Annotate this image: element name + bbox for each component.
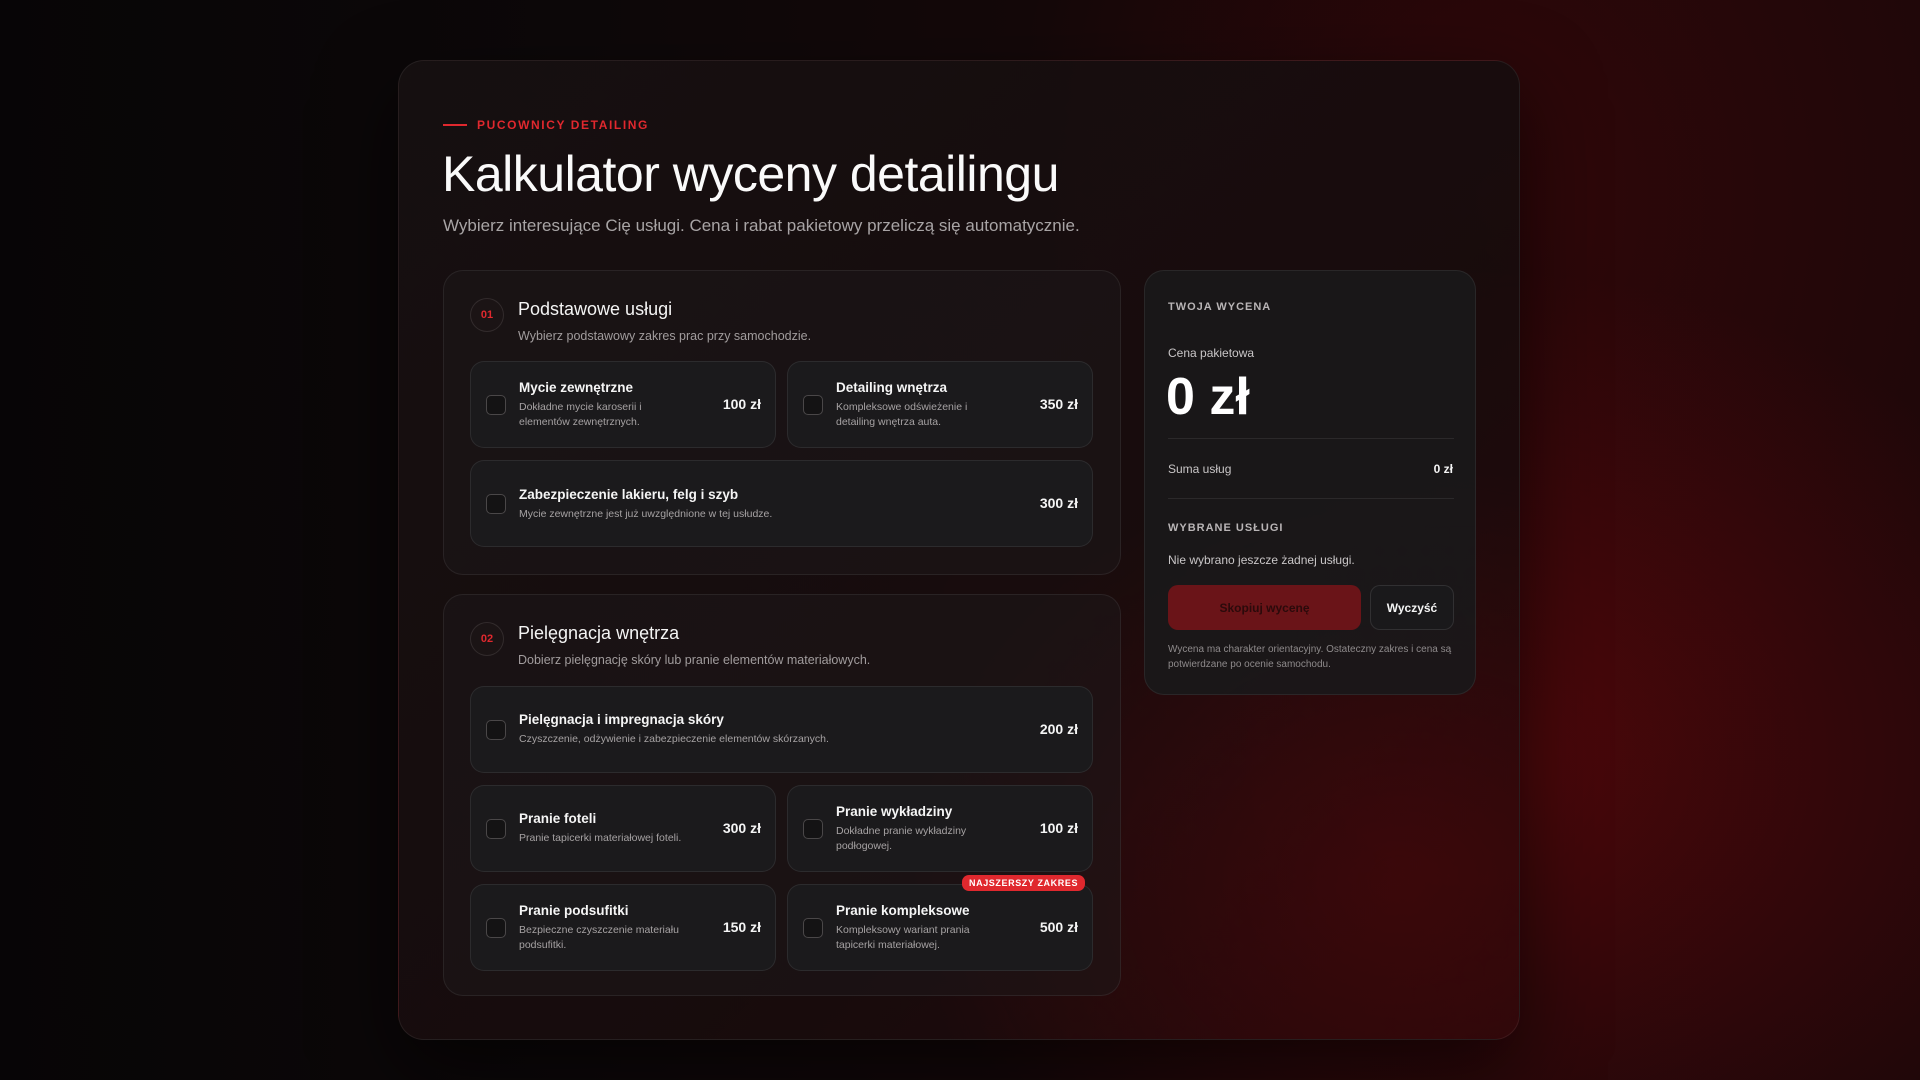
service-card-pranie-wykladziny[interactable]: Pranie wykładziny Dokładne pranie wykład… (787, 785, 1093, 872)
clear-button[interactable]: Wyczyść (1370, 585, 1454, 630)
badge-widest-scope: NAJSZERSZY ZAKRES (962, 875, 1086, 891)
service-description: Bezpieczne czyszczenie materiału podsufi… (519, 924, 679, 951)
service-title: Pielęgnacja i impregnacja skóry (519, 712, 724, 727)
brand-eyebrow: PUCOWNICY DETAILING (443, 118, 649, 132)
section-description: Wybierz podstawowy zakres prac przy samo… (518, 329, 812, 343)
service-description: Kompleksowe odświeżenie i detailing wnęt… (836, 401, 968, 428)
service-card-mycie-zewnetrzne[interactable]: Mycie zewnętrzne Dokładne mycie karoseri… (470, 361, 776, 448)
summary-heading: TWOJA WYCENA (1168, 301, 1272, 313)
section-basic-services: 01 Podstawowe usługi Wybierz podstawowy … (443, 270, 1121, 575)
services-sum-value: 0 zł (1433, 462, 1453, 476)
calculator-panel: PUCOWNICY DETAILING Kalkulator wyceny de… (398, 60, 1520, 1040)
page-title: Kalkulator wyceny detailingu (442, 146, 1059, 202)
service-title: Mycie zewnętrzne (519, 380, 634, 395)
service-card-pielegnacja-skory[interactable]: Pielęgnacja i impregnacja skóry Czyszcze… (470, 686, 1093, 773)
section-interior-care: 02 Pielęgnacja wnętrza Dobierz pielęgnac… (443, 594, 1121, 996)
service-price: 100 zł (722, 395, 761, 412)
copy-quote-button[interactable]: Skopiuj wycenę (1168, 585, 1361, 630)
quote-summary: TWOJA WYCENA Cena pakietowa 0 zł Suma us… (1144, 270, 1476, 695)
service-price: 350 zł (1039, 395, 1078, 412)
services-sum-label: Suma usług (1168, 462, 1232, 476)
quote-disclaimer: Wycena ma charakter orientacyjny. Ostate… (1168, 644, 1452, 670)
service-title: Pranie podsufitki (519, 903, 629, 918)
page-subtitle: Wybierz interesujące Cię usługi. Cena i … (443, 216, 1080, 235)
service-checkbox[interactable] (803, 394, 823, 415)
package-price-total: 0 zł (1166, 368, 1250, 426)
summary-divider (1168, 438, 1454, 439)
service-card-zabezpieczenie[interactable]: Zabezpieczenie lakieru, felg i szyb Myci… (470, 460, 1093, 547)
service-description: Dokładne pranie wykładziny podłogowej. (836, 825, 967, 852)
service-price: 150 zł (722, 918, 761, 935)
service-checkbox[interactable] (803, 917, 823, 938)
section-title: Podstawowe usługi (518, 299, 673, 319)
service-description: Mycie zewnętrzne jest już uwzględnione w… (519, 508, 773, 520)
service-title: Pranie kompleksowe (836, 903, 970, 918)
service-card-pranie-foteli[interactable]: Pranie foteli Pranie tapicerki materiało… (470, 785, 776, 872)
service-card-pranie-podsufitki[interactable]: Pranie podsufitki Bezpieczne czyszczenie… (470, 884, 776, 971)
service-description: Pranie tapicerki materiałowej foteli. (519, 832, 682, 844)
service-checkbox[interactable] (486, 394, 506, 415)
service-price: 300 zł (1039, 494, 1078, 511)
service-price: 100 zł (1039, 819, 1078, 836)
package-price-label: Cena pakietowa (1168, 346, 1255, 360)
service-checkbox[interactable] (486, 917, 506, 938)
service-card-pranie-kompleksowe[interactable]: Pranie kompleksowe Kompleksowy wariant p… (787, 884, 1093, 971)
service-title: Pranie foteli (519, 811, 597, 826)
section-title: Pielęgnacja wnętrza (518, 623, 680, 643)
service-checkbox[interactable] (803, 818, 823, 839)
service-checkbox[interactable] (486, 493, 506, 514)
section-number: 01 (470, 298, 504, 332)
service-title: Zabezpieczenie lakieru, felg i szyb (519, 487, 739, 502)
service-description: Dokładne mycie karoserii i elementów zew… (519, 401, 642, 428)
section-description: Dobierz pielęgnację skóry lub pranie ele… (518, 653, 871, 667)
eyebrow-line (443, 124, 467, 126)
service-price: 300 zł (722, 819, 761, 836)
service-checkbox[interactable] (486, 719, 506, 740)
service-price: 200 zł (1039, 720, 1078, 737)
service-card-detailing-wnetrza[interactable]: Detailing wnętrza Kompleksowe odświeżeni… (787, 361, 1093, 448)
selected-services-empty: Nie wybrano jeszcze żadnej usługi. (1168, 553, 1355, 567)
service-checkbox[interactable] (486, 818, 506, 839)
section-number: 02 (470, 622, 504, 656)
selected-services-heading: WYBRANE USŁUGI (1168, 522, 1284, 534)
service-title: Detailing wnętrza (836, 380, 948, 395)
brand-name: PUCOWNICY DETAILING (477, 118, 649, 132)
service-price: 500 zł (1039, 918, 1078, 935)
service-title: Pranie wykładziny (836, 804, 953, 819)
service-description: Czyszczenie, odżywienie i zabezpieczenie… (519, 733, 829, 745)
summary-divider (1168, 498, 1454, 499)
service-description: Kompleksowy wariant prania tapicerki mat… (836, 924, 970, 951)
